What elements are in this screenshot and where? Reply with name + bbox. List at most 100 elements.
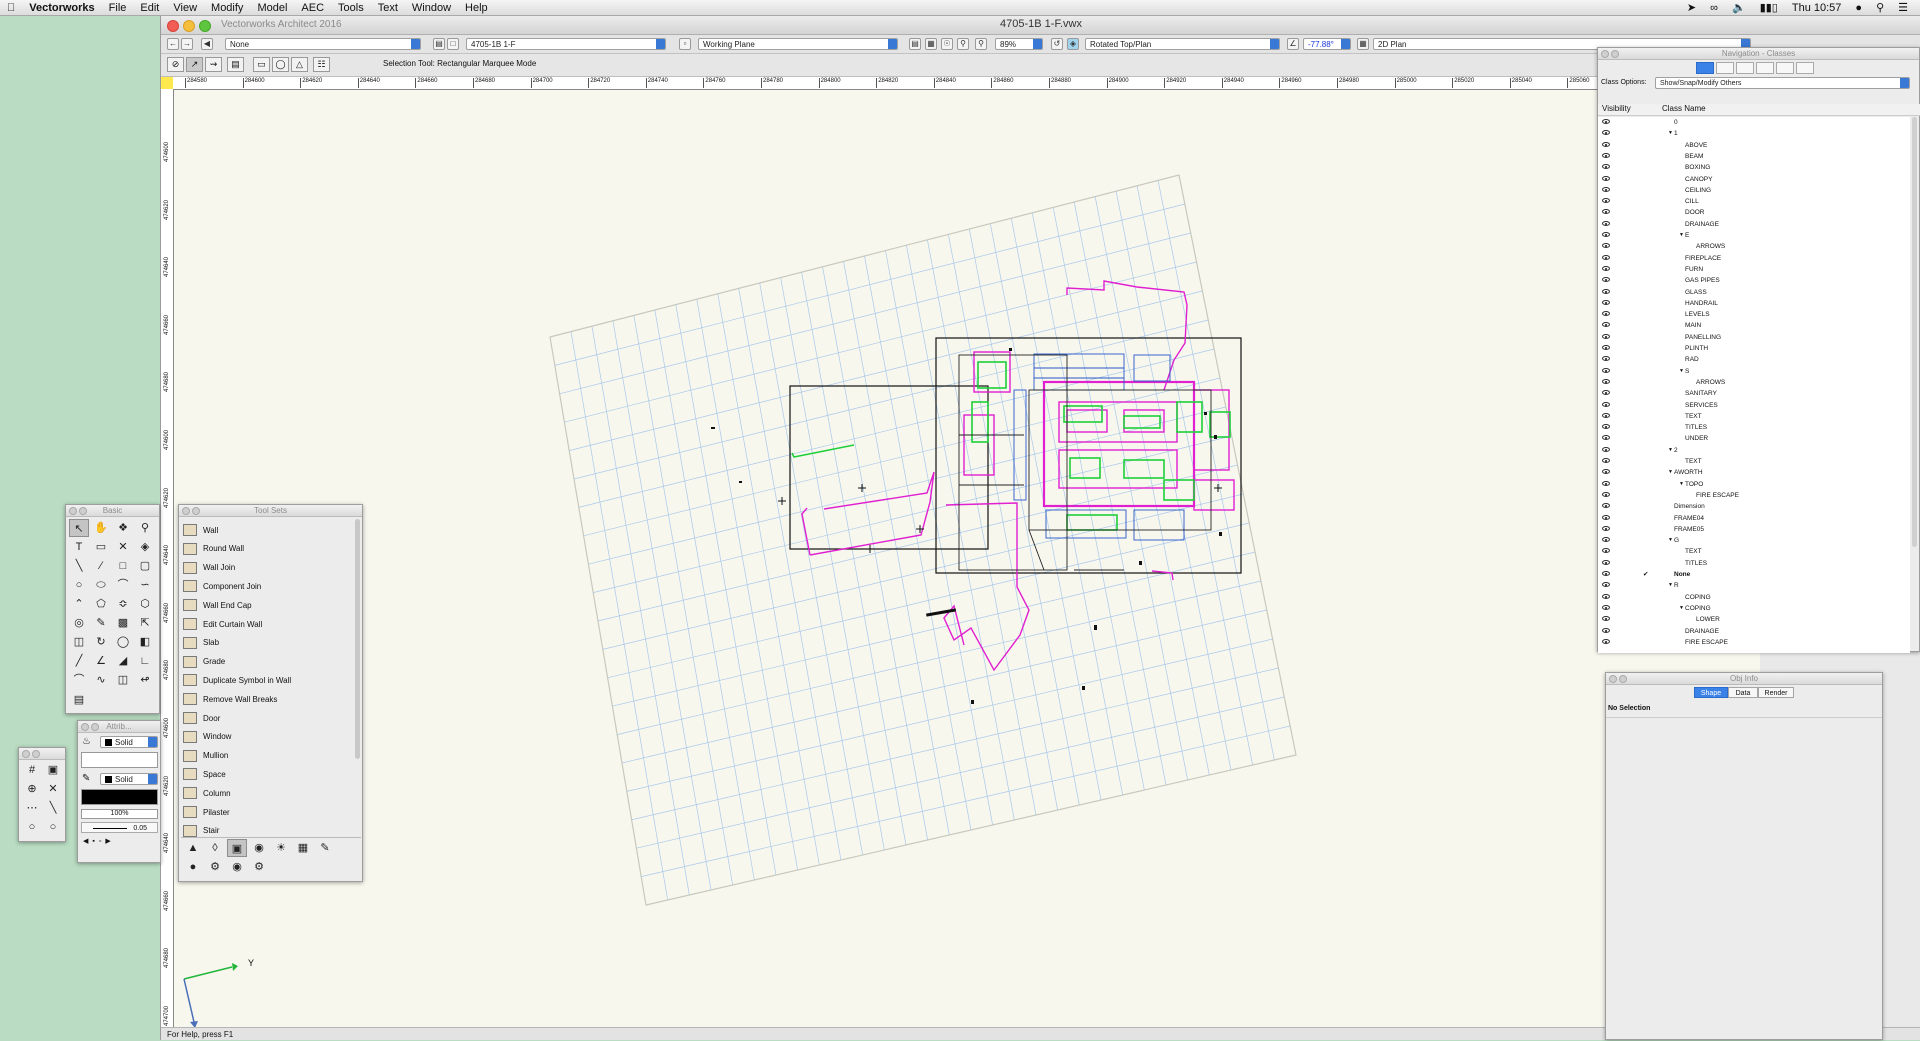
visibility-eye-icon[interactable] (1602, 424, 1610, 430)
visibility-eye-icon[interactable] (1602, 616, 1610, 622)
tool-preferences-icon[interactable]: ☷ (313, 57, 330, 72)
visibility-eye-icon[interactable] (1602, 209, 1610, 215)
class-row[interactable]: COPING (1598, 592, 1908, 603)
locus-tool-icon[interactable]: ◎ (69, 614, 89, 632)
class-row[interactable]: GLASS (1598, 287, 1908, 298)
snap-to-tangent-icon[interactable]: ○ (22, 818, 42, 836)
class-row[interactable]: BEAM (1598, 151, 1908, 162)
tool-sets-scrollbar[interactable] (355, 519, 360, 759)
line-weight-dropdown[interactable]: 0.05 (81, 822, 158, 833)
classes-tab-icon[interactable] (1696, 62, 1714, 74)
menu-view[interactable]: View (166, 2, 204, 14)
callout-tool-icon[interactable]: ▭ (91, 538, 111, 556)
class-row[interactable]: HANDRAIL (1598, 298, 1908, 309)
snap-palette-collapse-icon[interactable] (32, 750, 40, 758)
pen-style-dropdown[interactable]: Solid (100, 773, 158, 785)
snapping-palette-titlebar[interactable] (19, 748, 65, 760)
working-plane-icon[interactable]: ▫ (679, 38, 691, 50)
classes-scrollbar[interactable] (1912, 117, 1917, 547)
visibility-eye-icon[interactable] (1602, 446, 1610, 452)
drawing-canvas[interactable]: Y X (174, 90, 1760, 1032)
class-icon[interactable]: ▤ (433, 38, 445, 50)
class-row[interactable]: ARROWS (1598, 241, 1908, 252)
toolset-item[interactable]: Edit Curtain Wall (183, 615, 353, 633)
class-row[interactable]: SANITARY (1598, 388, 1908, 399)
class-row[interactable]: FIRE ESCAPE (1598, 637, 1908, 648)
toolset-item[interactable]: Wall End Cap (183, 596, 353, 614)
layer-options-icon[interactable]: □ (447, 38, 459, 50)
rotate-tool-icon[interactable]: ↻ (91, 633, 111, 651)
fill-style-dropdown[interactable]: Solid (100, 736, 158, 748)
toolset-item[interactable]: Mullion (183, 747, 353, 765)
view-history-icon[interactable]: ◀ (201, 38, 213, 50)
class-row[interactable]: FIREPLACE (1598, 253, 1908, 264)
smart-edge-icon[interactable]: ╲ (43, 799, 63, 817)
apple-menu-icon[interactable]:  (0, 2, 22, 14)
visibility-eye-icon[interactable] (1602, 265, 1610, 271)
visibility-eye-icon[interactable] (1602, 299, 1610, 305)
toolset-item[interactable]: Slab (183, 634, 353, 652)
symbol-tool-icon[interactable]: ◈ (135, 538, 155, 556)
class-row[interactable]: TEXT (1598, 546, 1908, 557)
vertical-ruler[interactable]: 474600 474620 474640 474660 474680 474600 4746… (161, 89, 174, 1039)
class-row[interactable]: PLINTH (1598, 343, 1908, 354)
toolset-item[interactable]: Door (183, 709, 353, 727)
visibility-eye-icon[interactable] (1602, 412, 1610, 418)
smoothing-tool-icon[interactable]: ◫ (113, 671, 133, 689)
tool-sets-titlebar[interactable]: Tool Sets (179, 505, 362, 517)
attrib-palette-close-icon[interactable] (81, 723, 89, 731)
col-visibility[interactable]: Visibility (1602, 104, 1631, 113)
layer-icon[interactable]: ▦ (925, 38, 937, 50)
menu-edit[interactable]: Edit (133, 2, 166, 14)
expand-triangle-icon[interactable]: ▼ (1679, 603, 1684, 614)
visibility-eye-icon[interactable] (1602, 503, 1610, 509)
visibility-eye-icon[interactable] (1602, 141, 1610, 147)
class-row[interactable]: RAD (1598, 354, 1908, 365)
toolset-item[interactable]: Component Join (183, 577, 353, 595)
rectangle-marquee-icon[interactable]: ▭ (253, 57, 270, 72)
navigation-collapse-icon[interactable] (1611, 50, 1619, 58)
forward-icon[interactable]: → (181, 38, 193, 50)
visibility-eye-icon[interactable] (1602, 537, 1610, 543)
visibility-eye-icon[interactable] (1602, 469, 1610, 475)
visibility-eye-icon[interactable] (1602, 491, 1610, 497)
connect-tool-icon[interactable]: ∟ (135, 652, 155, 670)
fill-preview[interactable] (81, 752, 158, 768)
menu-text[interactable]: Text (371, 2, 405, 14)
site-planning-set-icon[interactable]: ◊ (205, 839, 225, 857)
objinfo-collapse-icon[interactable] (1619, 675, 1627, 683)
snap-to-intersection-icon[interactable]: ○ (43, 818, 63, 836)
visibility-eye-icon[interactable] (1602, 367, 1610, 373)
regular-polygon-tool-icon[interactable]: ⬡ (135, 595, 155, 613)
chamfer-tool-icon[interactable]: ⌒ (69, 671, 89, 689)
clip-tool-icon[interactable]: ◫ (69, 633, 89, 651)
visibility-eye-icon[interactable] (1602, 548, 1610, 554)
toolset-item[interactable]: Window (183, 728, 353, 746)
attrib-palette-collapse-icon[interactable] (91, 723, 99, 731)
layers-tab-icon[interactable] (1716, 62, 1734, 74)
class-row[interactable]: FURN (1598, 264, 1908, 275)
toolset-item[interactable]: Grade (183, 653, 353, 671)
attributes-palette-titlebar[interactable]: Attrib... (78, 721, 160, 733)
expand-triangle-icon[interactable]: ▼ (1668, 535, 1673, 546)
gears-set-icon[interactable]: ⚙ (249, 858, 269, 876)
visibility-eye-icon[interactable] (1602, 378, 1610, 384)
visibility-eye-icon[interactable] (1602, 198, 1610, 204)
class-row[interactable]: ▼ COPING (1598, 603, 1908, 614)
magnify-icon[interactable]: ⚲ (975, 38, 987, 50)
single-object-interactive-scaling-icon[interactable]: ▤ (227, 57, 244, 72)
toolset-item[interactable]: Wall (183, 521, 353, 539)
arc-tool-icon[interactable]: ⌒ (113, 576, 133, 594)
visibility-eye-icon[interactable] (1602, 401, 1610, 407)
circle-tool-icon[interactable]: ○ (69, 576, 89, 594)
expand-triangle-icon[interactable]: ▼ (1679, 230, 1684, 241)
class-row[interactable]: ▼ 2 (1598, 445, 1908, 456)
class-row[interactable]: TITLES (1598, 558, 1908, 569)
zoom-lens-icon[interactable]: ⚲ (957, 38, 969, 50)
dims-notes-set-icon[interactable]: ✎ (315, 839, 335, 857)
expand-triangle-icon[interactable]: ▼ (1668, 128, 1673, 139)
flyover-tool-icon[interactable]: ❖ (113, 519, 133, 537)
pen-preview[interactable] (81, 789, 158, 805)
menu-file[interactable]: File (102, 2, 134, 14)
visibility-eye-icon[interactable] (1602, 638, 1610, 644)
